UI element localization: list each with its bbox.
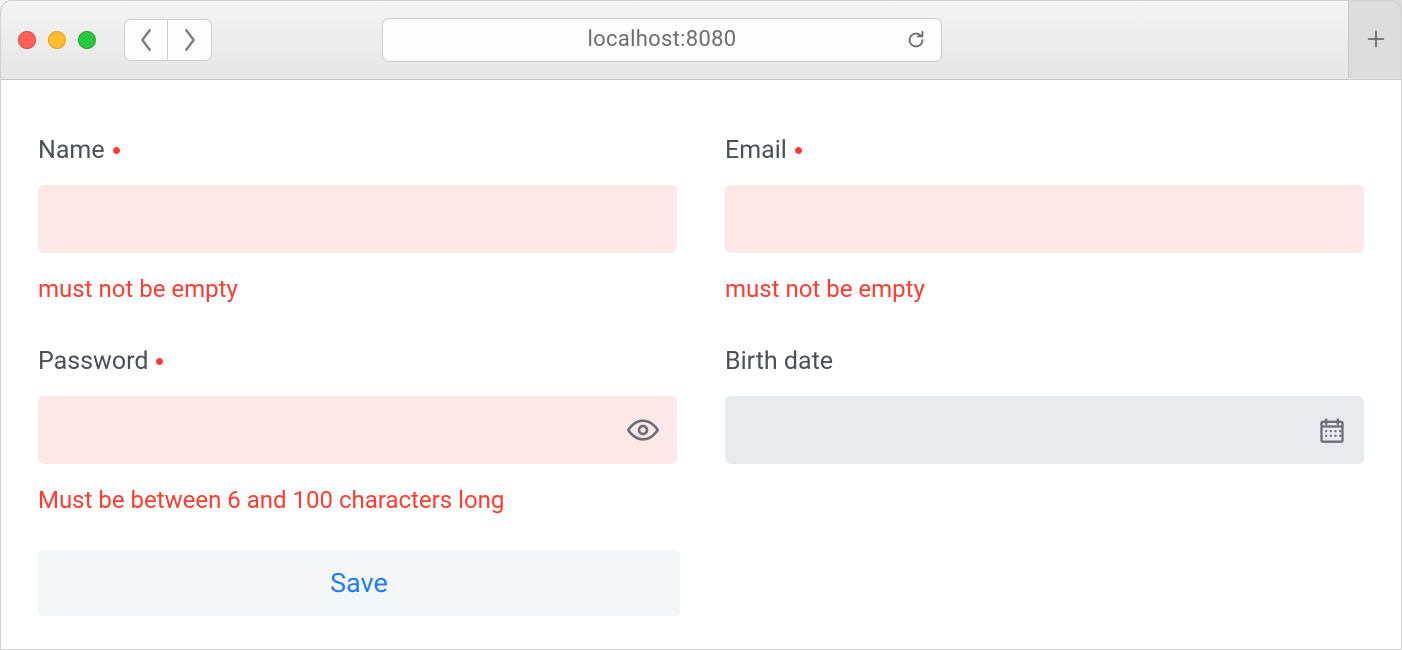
- forward-button[interactable]: [168, 19, 212, 61]
- eye-icon: [627, 414, 659, 446]
- field-name: Name must not be empty: [38, 136, 677, 303]
- field-birthdate: Birth date: [725, 347, 1364, 514]
- email-label: Email: [725, 136, 1364, 165]
- calendar-icon: [1318, 416, 1346, 444]
- toggle-password-visibility-button[interactable]: [627, 414, 659, 446]
- address-text: localhost:8080: [588, 27, 737, 52]
- new-tab-button[interactable]: [1348, 0, 1402, 78]
- email-input[interactable]: [725, 185, 1364, 253]
- save-row: Save: [38, 550, 1364, 616]
- field-email: Email must not be empty: [725, 136, 1364, 303]
- save-button[interactable]: Save: [38, 550, 680, 616]
- page-content: Name must not be empty Email must not be…: [0, 80, 1402, 616]
- reload-button[interactable]: [905, 29, 927, 51]
- name-input[interactable]: [38, 185, 677, 253]
- form-grid: Name must not be empty Email must not be…: [38, 136, 1364, 514]
- chevron-left-icon: [139, 29, 153, 51]
- email-error: must not be empty: [725, 275, 1364, 303]
- nav-buttons: [124, 19, 212, 61]
- fullscreen-window-button[interactable]: [78, 31, 96, 49]
- reload-icon: [905, 29, 927, 51]
- birthdate-input[interactable]: [725, 396, 1364, 464]
- minimize-window-button[interactable]: [48, 31, 66, 49]
- password-error: Must be between 6 and 100 characters lon…: [38, 486, 677, 514]
- field-password: Password Must be between 6 and 100 chara…: [38, 347, 677, 514]
- name-label: Name: [38, 136, 677, 165]
- window-controls: [18, 31, 96, 49]
- password-label: Password: [38, 347, 677, 376]
- required-indicator-icon: [795, 147, 802, 154]
- plus-icon: [1365, 28, 1387, 50]
- chevron-right-icon: [183, 29, 197, 51]
- close-window-button[interactable]: [18, 31, 36, 49]
- open-datepicker-button[interactable]: [1318, 416, 1346, 444]
- birthdate-label-text: Birth date: [725, 347, 833, 376]
- name-label-text: Name: [38, 136, 105, 165]
- required-indicator-icon: [156, 358, 163, 365]
- email-label-text: Email: [725, 136, 787, 165]
- browser-toolbar: localhost:8080: [0, 0, 1402, 80]
- back-button[interactable]: [124, 19, 168, 61]
- birthdate-label: Birth date: [725, 347, 1364, 376]
- required-indicator-icon: [113, 147, 120, 154]
- address-bar[interactable]: localhost:8080: [382, 18, 942, 62]
- password-label-text: Password: [38, 347, 148, 376]
- name-error: must not be empty: [38, 275, 677, 303]
- password-input[interactable]: [38, 396, 677, 464]
